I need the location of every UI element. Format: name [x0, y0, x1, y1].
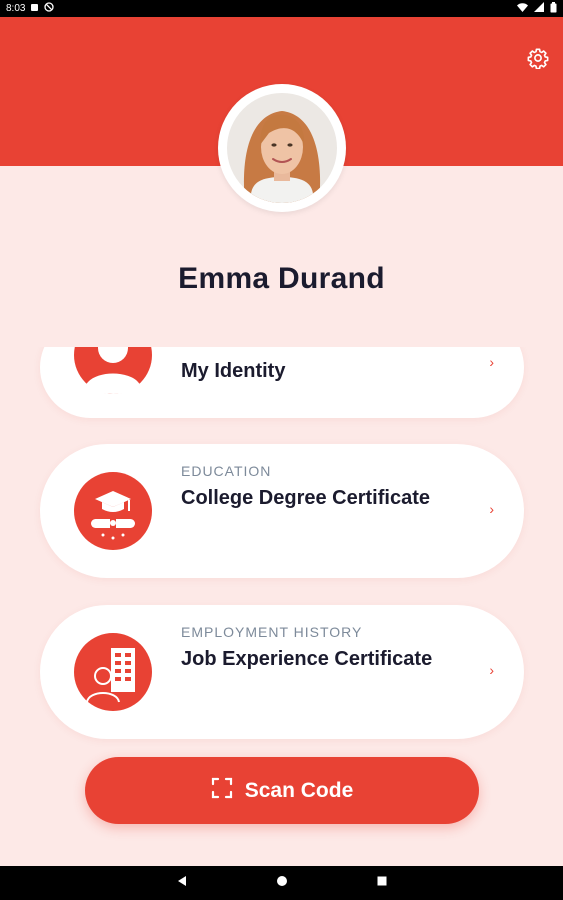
- status-time: 8:03: [6, 3, 26, 14]
- settings-button[interactable]: [527, 47, 549, 70]
- employment-card[interactable]: EMPLOYMENT HISTORY Job Experience Certif…: [40, 605, 524, 739]
- education-card[interactable]: EDUCATION College Degree Certificate ›: [40, 444, 524, 578]
- profile-name: Emma Durand: [178, 262, 385, 295]
- graduation-cap-icon: [73, 471, 153, 551]
- notification-icon: [30, 3, 39, 15]
- identity-icon: [73, 347, 153, 395]
- gear-icon: [527, 48, 549, 73]
- avatar[interactable]: [218, 84, 346, 212]
- card-category: EMPLOYMENT HISTORY: [181, 624, 363, 640]
- status-bar: 8:03: [0, 0, 563, 17]
- scan-code-button[interactable]: Scan Code: [85, 757, 479, 824]
- back-button[interactable]: [172, 873, 192, 893]
- recents-button[interactable]: [372, 873, 392, 893]
- avatar-photo: [227, 93, 337, 203]
- credential-list: My Identity › EDUCATION College Degree C…: [0, 347, 563, 747]
- chevron-right-icon: ›: [489, 501, 494, 517]
- scan-frame-icon: [211, 777, 233, 805]
- recents-icon: [376, 874, 388, 892]
- card-category: EDUCATION: [181, 463, 272, 479]
- chevron-right-icon: ›: [489, 662, 494, 678]
- battery-icon: [550, 1, 557, 16]
- back-icon: [176, 874, 188, 892]
- no-disturb-icon: [44, 2, 55, 15]
- card-title: Job Experience Certificate: [181, 648, 433, 670]
- home-icon: [276, 874, 288, 892]
- scan-code-label: Scan Code: [244, 778, 354, 802]
- card-title: College Degree Certificate: [181, 487, 430, 509]
- home-button[interactable]: [272, 873, 292, 893]
- identity-card[interactable]: My Identity ›: [40, 347, 524, 418]
- navigation-bar: [0, 866, 563, 900]
- chevron-right-icon: ›: [489, 354, 494, 370]
- signal-icon: [534, 2, 544, 15]
- office-building-icon: [73, 632, 153, 712]
- wifi-icon: [517, 2, 528, 15]
- card-title: My Identity: [181, 360, 286, 382]
